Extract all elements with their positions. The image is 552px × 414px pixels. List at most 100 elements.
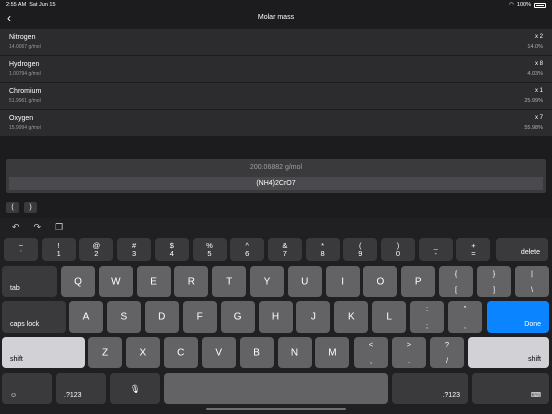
key-i[interactable]: I	[325, 266, 360, 297]
key-label: M	[328, 347, 337, 358]
key-label: "	[463, 304, 467, 313]
list-item[interactable]: Oxygen 15.9994 g/mol x 7 55.98%	[0, 110, 552, 136]
bracket-key-0[interactable]: {[	[439, 266, 473, 297]
shift-left-key[interactable]: shift	[2, 337, 85, 368]
paste-icon[interactable]: ❐	[55, 222, 63, 233]
element-count: x 8	[534, 61, 543, 67]
element-name: Nitrogen	[9, 34, 36, 41]
caps-lock-key[interactable]: caps lock	[2, 301, 66, 333]
emoji-key[interactable]: ☺	[2, 373, 52, 404]
delete-key[interactable]: delete	[496, 238, 548, 261]
tab-key[interactable]: tab	[2, 266, 57, 297]
key-2[interactable]: @2	[79, 238, 114, 261]
shift-label: shift	[528, 356, 541, 363]
key-1[interactable]: ! 1	[41, 238, 76, 261]
key-y[interactable]: Y	[250, 266, 284, 297]
key-v[interactable]: V	[201, 337, 236, 368]
punct-key-0[interactable]: <,	[354, 337, 388, 368]
key-label: R	[187, 276, 195, 287]
key-b[interactable]: B	[239, 337, 274, 368]
key-label: J	[310, 311, 316, 323]
key-a[interactable]: A	[69, 301, 103, 333]
key-label: U	[301, 276, 309, 287]
key-4[interactable]: $4	[154, 238, 189, 261]
keyboard-hide-icon: ⌨	[530, 392, 541, 399]
key-label: ,	[369, 356, 373, 365]
key-x[interactable]: X	[125, 337, 160, 368]
key-w[interactable]: W	[98, 266, 133, 297]
key-g[interactable]: G	[220, 301, 255, 333]
key-label: {	[454, 269, 458, 278]
formula-input[interactable]: (NH4)2CrO7	[9, 177, 543, 190]
dictation-key[interactable]: 🎙	[110, 373, 160, 404]
key-11[interactable]: _ -	[418, 238, 453, 261]
key-f[interactable]: F	[182, 301, 217, 333]
done-label: Done	[524, 321, 541, 328]
shift-right-key[interactable]: shift	[468, 337, 549, 368]
punct-key-1[interactable]: >.	[392, 337, 426, 368]
key-z[interactable]: Z	[88, 337, 122, 368]
key-label: <	[368, 340, 374, 349]
key-d[interactable]: D	[144, 301, 179, 333]
key-o[interactable]: O	[363, 266, 398, 297]
key-9[interactable]: (9	[343, 238, 378, 261]
element-count: x 1	[534, 88, 543, 94]
key-6[interactable]: ^ 6	[230, 238, 265, 261]
key-3[interactable]: #3	[117, 238, 152, 261]
key-label: L	[386, 311, 392, 323]
key-u[interactable]: U	[287, 266, 322, 297]
key-7[interactable]: & 7	[267, 238, 302, 261]
key-h[interactable]: H	[258, 301, 293, 333]
key-m[interactable]: M	[315, 337, 350, 368]
bracket-key-2[interactable]: | \	[515, 266, 549, 297]
list-item[interactable]: Nitrogen 14.0067 g/mol x 2 14.0%	[0, 29, 552, 55]
hide-keyboard-key[interactable]: ⌨	[472, 373, 549, 404]
key-t[interactable]: T	[212, 266, 247, 297]
key-label: Q	[74, 276, 82, 287]
key-p[interactable]: P	[401, 266, 436, 297]
space-key[interactable]	[164, 373, 388, 404]
redo-icon[interactable]: ↷	[34, 222, 42, 233]
key-label: 3	[132, 249, 137, 258]
key-s[interactable]: S	[106, 301, 141, 333]
bracket-key-1[interactable]: }]	[477, 266, 511, 297]
key-10[interactable]: ) 0	[381, 238, 415, 261]
close-paren-button[interactable]: )	[24, 202, 37, 213]
undo-icon[interactable]: ↶	[12, 222, 20, 233]
battery-percent: 100%	[516, 2, 531, 8]
result-panel: 200.06882 g/mol (NH4)2CrO7	[6, 159, 546, 193]
key-q[interactable]: Q	[61, 266, 95, 297]
key-e[interactable]: E	[136, 266, 171, 297]
key-label: .	[407, 356, 411, 365]
key-8[interactable]: * 8	[305, 238, 340, 261]
semicolon-key[interactable]: :;	[410, 301, 444, 333]
list-item[interactable]: Chromium 51.9961 g/mol x 1 25.99%	[0, 83, 552, 109]
key-12[interactable]: + =	[456, 238, 491, 261]
paren-toolbar: ( )	[6, 202, 37, 213]
element-percent: 14.0%	[527, 44, 543, 50]
key-label: \	[530, 285, 534, 294]
key-label: G	[233, 311, 242, 323]
quote-key[interactable]: ",	[448, 301, 482, 333]
emoji-icon: ☺	[10, 392, 18, 399]
list-item[interactable]: Hydrogen 1.00794 g/mol x 8 4.03%	[0, 56, 552, 82]
key-label: [	[454, 285, 458, 294]
done-button[interactable]: Done	[487, 301, 549, 333]
key-j[interactable]: J	[296, 301, 331, 333]
key-r[interactable]: R	[174, 266, 209, 297]
wifi-icon: ◠	[509, 2, 514, 8]
numbers-switch-key-right[interactable]: .?123	[392, 373, 468, 404]
key-5[interactable]: % 5	[192, 238, 227, 261]
key-label: 2	[94, 249, 99, 258]
key-n[interactable]: N	[277, 337, 312, 368]
key-l[interactable]: L	[372, 301, 407, 333]
open-paren-button[interactable]: (	[6, 202, 19, 213]
numbers-switch-key[interactable]: .?123	[56, 373, 106, 404]
punct-key-2[interactable]: ? /	[430, 337, 464, 368]
key-0[interactable]: ~ `	[4, 238, 38, 261]
element-percent: 55.98%	[524, 125, 543, 131]
key-k[interactable]: K	[334, 301, 369, 333]
element-name: Chromium	[9, 88, 42, 95]
key-c[interactable]: C	[163, 337, 198, 368]
status-time-date: 2:55 AM Sat Jun 15	[6, 2, 56, 8]
